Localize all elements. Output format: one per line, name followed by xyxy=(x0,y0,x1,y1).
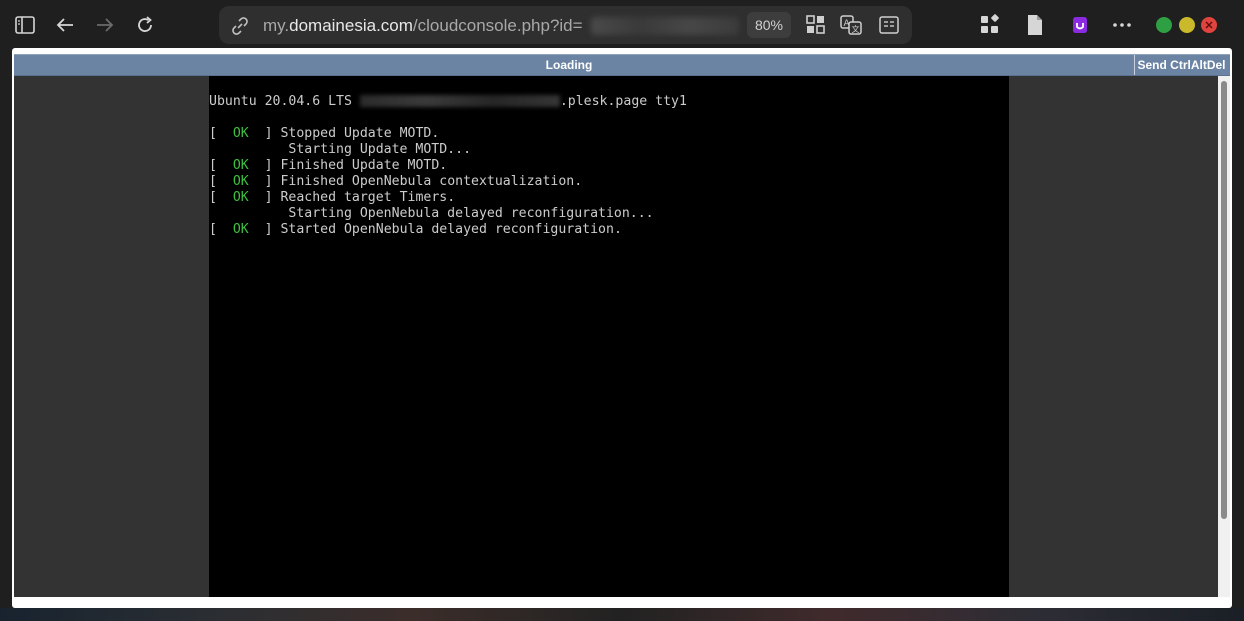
terminal-header: Ubuntu 20.04.6 LTS .plesk.page tty1 xyxy=(209,94,687,109)
vertical-scrollbar[interactable] xyxy=(1218,76,1230,597)
terminal-line: [ OK ] Started OpenNebula delayed reconf… xyxy=(209,222,622,237)
vnc-status-text: Loading xyxy=(545,58,593,72)
translate-icon[interactable]: A文 xyxy=(840,14,862,36)
vnc-canvas-area[interactable]: Ubuntu 20.04.6 LTS .plesk.page tty1 [ OK… xyxy=(14,76,1218,597)
more-menu-icon[interactable] xyxy=(1109,12,1135,38)
terminal-screen[interactable]: Ubuntu 20.04.6 LTS .plesk.page tty1 [ OK… xyxy=(209,76,1009,597)
url-redacted-id xyxy=(591,17,739,35)
scrollbar-thumb[interactable] xyxy=(1221,81,1227,519)
reader-mode-icon[interactable] xyxy=(878,14,900,36)
url-text[interactable]: my.domainesia.com/cloudconsole.php?id= xyxy=(263,16,583,36)
extensions-icon[interactable] xyxy=(977,12,1003,38)
back-arrow-icon[interactable] xyxy=(52,12,78,38)
copilot-icon[interactable] xyxy=(1067,12,1093,38)
terminal-line: [ OK ] Finished Update MOTD. xyxy=(209,158,448,173)
site-info-icon[interactable] xyxy=(229,15,251,37)
desktop-wallpaper-strip xyxy=(0,608,1244,621)
browser-toolbar: my.domainesia.com/cloudconsole.php?id= 8… xyxy=(0,0,1244,50)
reload-icon[interactable] xyxy=(132,12,158,38)
sidebar-toggle-icon[interactable] xyxy=(12,12,38,38)
page-content: Loading Send CtrlAltDel Ubuntu 20.04.6 L… xyxy=(12,48,1232,608)
close-button[interactable] xyxy=(1201,17,1217,33)
terminal-line: [ OK ] Finished OpenNebula contextualiza… xyxy=(209,174,583,189)
terminal-line: [ OK ] Stopped Update MOTD. xyxy=(209,126,440,141)
terminal-line: [ OK ] Reached target Timers. xyxy=(209,190,456,205)
redacted-hostname xyxy=(359,95,560,107)
terminal-line: Starting Update MOTD... xyxy=(209,142,472,157)
page-icon[interactable] xyxy=(1022,12,1048,38)
zoom-level[interactable]: 80% xyxy=(747,12,791,38)
minimize-button[interactable] xyxy=(1156,17,1172,33)
vnc-status-bar: Loading Send CtrlAltDel xyxy=(14,54,1230,76)
send-ctrl-alt-del-button[interactable]: Send CtrlAltDel xyxy=(1134,55,1228,75)
apps-icon[interactable] xyxy=(805,14,827,36)
terminal-line: Starting OpenNebula delayed reconfigurat… xyxy=(209,206,654,221)
svg-text:文: 文 xyxy=(852,24,860,34)
address-bar[interactable]: my.domainesia.com/cloudconsole.php?id= 8… xyxy=(219,6,912,44)
forward-arrow-icon[interactable] xyxy=(92,12,118,38)
maximize-button[interactable] xyxy=(1179,17,1195,33)
